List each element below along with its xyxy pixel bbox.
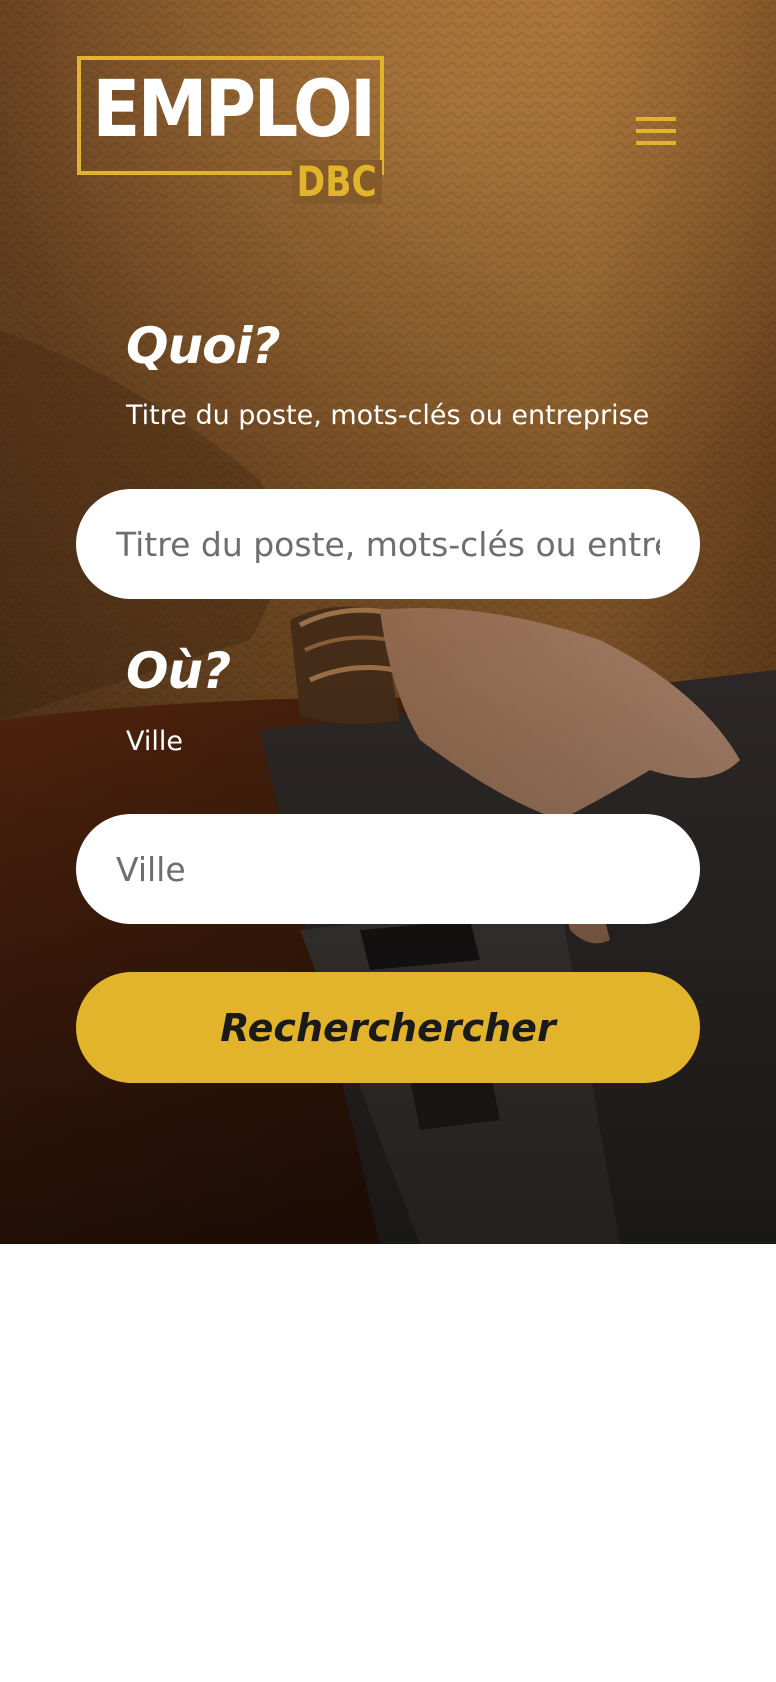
- hamburger-menu-icon[interactable]: [634, 114, 678, 148]
- menu-bar-bottom: [636, 141, 676, 145]
- page-body-blank: [0, 1244, 776, 1682]
- where-heading: Où?: [126, 642, 231, 700]
- logo-wordmark: EMPLOI: [92, 65, 376, 155]
- search-button[interactable]: Recherchercher: [76, 972, 700, 1083]
- keywords-search-input[interactable]: [76, 489, 700, 599]
- logo[interactable]: EMPLOI DBC: [77, 56, 384, 204]
- menu-bar-top: [636, 117, 676, 121]
- hero-section: EMPLOI DBC Quoi? Titre du poste, mots-cl…: [0, 0, 776, 1244]
- city-search-input[interactable]: [76, 814, 700, 924]
- what-description: Titre du poste, mots-clés ou entreprise: [126, 400, 650, 431]
- what-heading: Quoi?: [126, 317, 281, 375]
- where-description: Ville: [126, 726, 183, 757]
- logo-subtitle: DBC: [292, 160, 382, 204]
- menu-bar-middle: [636, 129, 676, 133]
